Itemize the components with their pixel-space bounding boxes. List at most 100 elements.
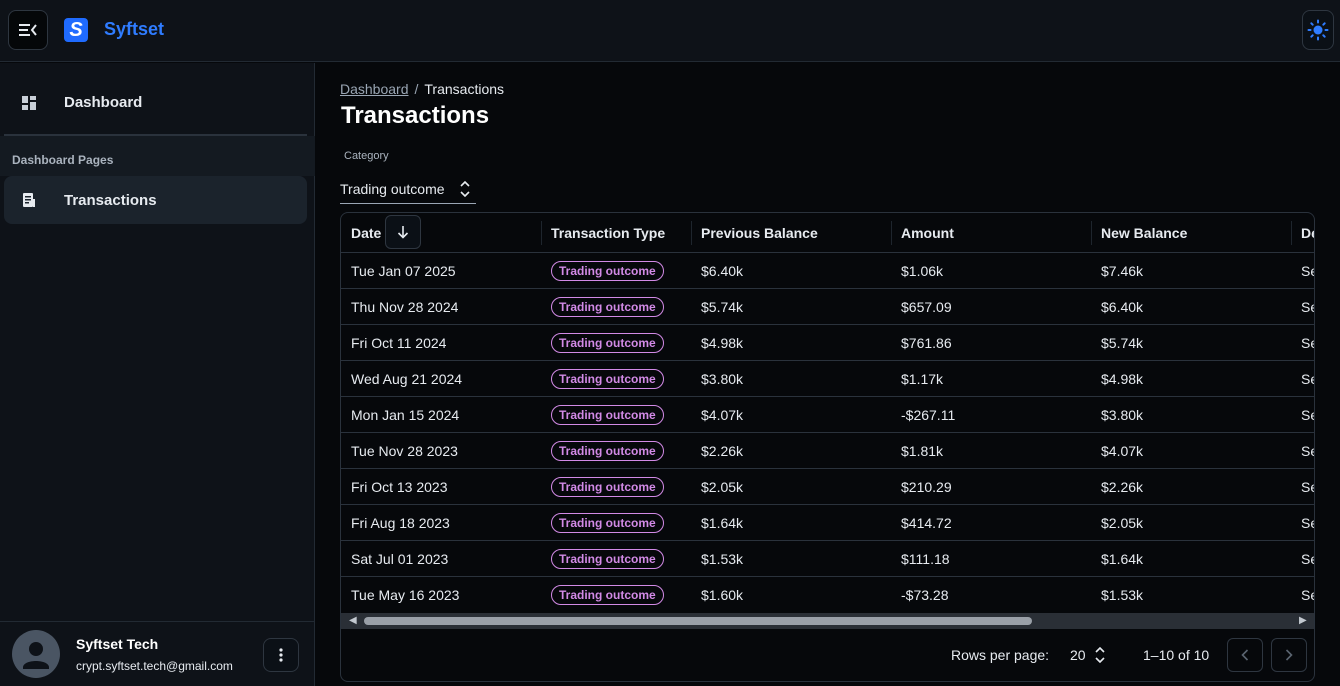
cell-amount: $414.72 [901,515,952,531]
breadcrumb: Dashboard / Transactions [340,81,504,97]
cell-date: Tue May 16 2023 [351,587,460,603]
breadcrumb-current: Transactions [424,81,505,97]
brand-name[interactable]: Syftset [104,19,164,40]
chevron-left-icon [1241,649,1249,661]
column-header-amount[interactable]: Amount [891,213,1091,253]
sidebar: Dashboard Dashboard Pages Transactions S… [0,63,315,686]
cell-amount: $657.09 [901,299,952,315]
table-row[interactable]: Fri Oct 11 2024 Trading outcome $4.98k $… [341,325,1314,361]
cell-amount: $1.81k [901,443,944,459]
type-chip: Trading outcome [551,585,664,605]
cell-description: Se [1301,299,1314,315]
cell-previous-balance: $3.80k [701,371,744,387]
column-header-previous-balance[interactable]: Previous Balance [691,213,891,253]
menu-collapse-icon [19,24,37,36]
cell-type: Trading outcome [541,577,691,613]
cell-new-balance: $1.64k [1101,551,1144,567]
sidebar-item-transactions[interactable]: Transactions [4,176,307,224]
cell-new-balance: $1.53k [1101,587,1144,603]
sun-icon [1307,19,1329,41]
theme-toggle-button[interactable] [1302,10,1334,50]
unfold-icon[interactable] [1095,647,1105,663]
scrollbar-thumb[interactable] [364,617,1032,625]
sidebar-section-title: Dashboard Pages [12,153,114,167]
table-row[interactable]: Wed Aug 21 2024 Trading outcome $3.80k $… [341,361,1314,397]
cell-description: Se [1301,263,1314,279]
type-chip: Trading outcome [551,441,664,461]
table-row[interactable]: Tue May 16 2023 Trading outcome $1.60k -… [341,577,1314,613]
previous-page-button[interactable] [1227,638,1263,672]
sidebar-item-dashboard[interactable]: Dashboard [4,79,307,125]
scroll-right-icon[interactable]: ▶ [1299,615,1307,626]
table-row[interactable]: Fri Oct 13 2023 Trading outcome $2.05k $… [341,469,1314,505]
rows-per-page-select[interactable]: 20 [1070,647,1086,663]
brand-logo: S [64,18,88,42]
table-row[interactable]: Sat Jul 01 2023 Trading outcome $1.53k $… [341,541,1314,577]
table-row[interactable]: Fri Aug 18 2023 Trading outcome $1.64k $… [341,505,1314,541]
cell-date: Wed Aug 21 2024 [351,371,463,387]
breadcrumb-separator: / [414,81,419,97]
cell-description: Se [1301,587,1314,603]
breadcrumb-link-dashboard[interactable]: Dashboard [340,81,409,97]
cell-new-balance: $3.80k [1101,407,1144,423]
cell-new-balance: $2.26k [1101,479,1144,495]
cell-description: Se [1301,407,1314,423]
table-row[interactable]: Thu Nov 28 2024 Trading outcome $5.74k $… [341,289,1314,325]
cell-previous-balance: $4.98k [701,335,744,351]
category-select[interactable]: Trading outcome [340,176,476,204]
cell-type: Trading outcome [541,361,691,397]
type-chip: Trading outcome [551,261,664,281]
cell-new-balance: $7.46k [1101,263,1144,279]
cell-previous-balance: $2.05k [701,479,744,495]
cell-previous-balance: $6.40k [701,263,744,279]
cell-date: Tue Jan 07 2025 [351,263,456,279]
avatar[interactable] [12,630,60,678]
cell-previous-balance: $1.53k [701,551,744,567]
table-row[interactable]: Mon Jan 15 2024 Trading outcome $4.07k -… [341,397,1314,433]
category-label: Category [344,150,389,162]
column-header-date[interactable]: Date [341,213,541,253]
cell-date: Fri Oct 11 2024 [351,335,447,351]
category-value: Trading outcome [340,181,445,197]
sort-button[interactable] [385,215,421,249]
page-title: Transactions [341,102,490,129]
column-header-description[interactable]: De [1291,213,1314,253]
cell-amount: $761.86 [901,335,952,351]
menu-collapse-button[interactable] [8,10,48,50]
table-row[interactable]: Tue Nov 28 2023 Trading outcome $2.26k $… [341,433,1314,469]
table-footer: Rows per page: 20 1–10 of 10 [341,629,1314,681]
cell-date: Fri Aug 18 2023 [351,515,450,531]
column-header-new-balance[interactable]: New Balance [1091,213,1291,253]
scroll-left-icon[interactable]: ◀ [349,615,357,626]
type-chip: Trading outcome [551,405,664,425]
cell-description: Se [1301,371,1314,387]
sidebar-item-label: Dashboard [64,94,143,111]
user-menu-button[interactable] [263,638,299,672]
rows-per-page-label: Rows per page: [951,647,1050,663]
cell-description: Se [1301,551,1314,567]
type-chip: Trading outcome [551,549,664,569]
cell-date: Thu Nov 28 2024 [351,299,459,315]
type-chip: Trading outcome [551,369,664,389]
cell-amount: $1.06k [901,263,944,279]
user-name: Syftset Tech [76,636,159,652]
cell-previous-balance: $4.07k [701,407,744,423]
column-header-transaction-type[interactable]: Transaction Type [541,213,691,253]
cell-amount: $111.18 [901,551,950,567]
cell-type: Trading outcome [541,541,691,577]
type-chip: Trading outcome [551,297,664,317]
cell-amount: $210.29 [901,479,952,495]
cell-type: Trading outcome [541,253,691,289]
cell-date: Mon Jan 15 2024 [351,407,460,423]
cell-new-balance: $6.40k [1101,299,1144,315]
unfold-icon [460,181,470,197]
cell-type: Trading outcome [541,325,691,361]
user-email: crypt.syftset.tech@gmail.com [76,659,233,673]
pagination-range: 1–10 of 10 [1143,647,1210,663]
sidebar-item-label: Transactions [64,192,157,209]
cell-description: Se [1301,335,1314,351]
table-row[interactable]: Tue Jan 07 2025 Trading outcome $6.40k $… [341,253,1314,289]
type-chip: Trading outcome [551,333,664,353]
horizontal-scrollbar[interactable]: ◀ ▶ [341,613,1314,629]
next-page-button[interactable] [1271,638,1307,672]
